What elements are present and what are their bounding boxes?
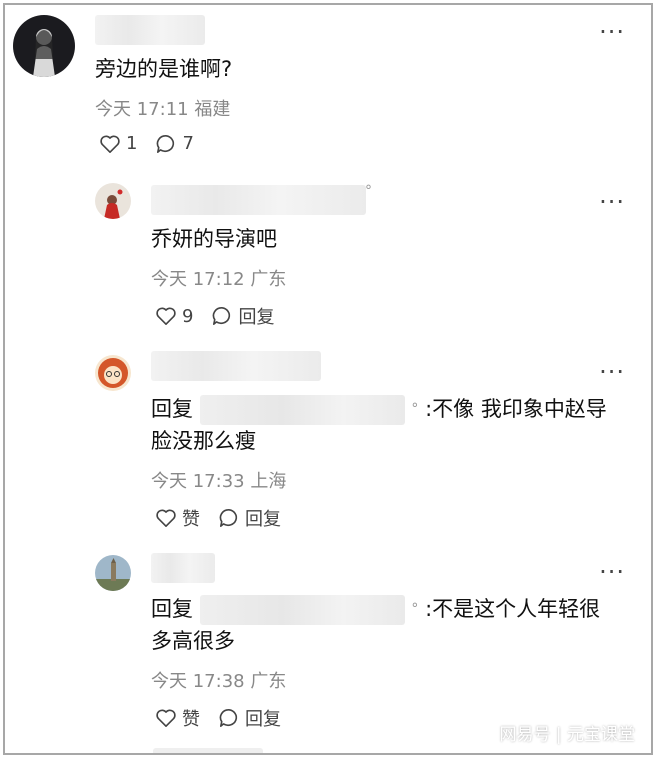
comment-text: 乔妍的导演吧 [151,227,277,251]
comment-bubble-icon [213,306,231,325]
heart-icon [100,135,120,153]
username-redacted [95,15,205,45]
more-icon[interactable]: ··· [599,360,625,384]
comment-actions: 1 7 [99,133,212,154]
reply-prefix: 回复 [151,397,193,421]
comment-meta: 今天 17:33 上海 [151,467,286,493]
avatar[interactable] [95,555,131,591]
like-button[interactable]: 1 [99,133,137,154]
more-icon[interactable]: ··· [599,560,625,584]
reply-count: 7 [182,133,194,154]
username-redacted [151,351,321,381]
more-icon[interactable]: ··· [599,190,625,214]
comment-time: 今天 17:11 [95,99,189,120]
comment-time: 今天 17:38 [151,671,245,692]
comment-meta: 今天 17:11 福建 [95,95,230,121]
mentioned-username-redacted [199,595,405,625]
comment-bubble-icon [219,708,238,727]
like-label: 赞 [182,709,200,730]
avatar[interactable] [95,183,131,219]
like-count: 9 [182,305,194,327]
reply-prefix: 回复 [151,597,193,621]
comment-text-line1: :不像 我印象中赵导 [425,397,607,421]
comment-actions: 赞 回复 [155,705,299,731]
reply-button[interactable]: 7 [155,133,194,154]
heart-icon [156,307,176,325]
username-suffix: ° [411,601,419,617]
reply-button[interactable]: 回复 [211,303,274,329]
like-button[interactable]: 9 [155,306,193,327]
comment-time: 今天 17:33 [151,471,245,492]
reply-button[interactable]: 回复 [218,705,281,731]
comment-location: 广东 [250,269,287,290]
username-redacted [151,185,366,215]
reply-label: 回复 [245,709,281,730]
avatar[interactable] [97,753,133,755]
heart-icon [156,509,176,527]
comment-location: 广东 [250,671,287,692]
reply-label: 回复 [245,509,281,530]
username-redacted [153,748,263,753]
avatar[interactable] [95,355,131,391]
comment-bubble-icon [157,134,175,153]
comment-text: 旁边的是谁啊? [95,57,233,81]
like-button[interactable]: 赞 [155,705,200,731]
comment-text-line1: :不是这个人年轻很 [425,597,601,621]
heart-icon [156,709,176,727]
mentioned-username-redacted [199,395,405,425]
comment-meta: 今天 17:12 广东 [151,265,286,291]
comment-thread: ··· 旁边的是谁啊? 今天 17:11 福建 1 7 ° ··· 乔妍的导演吧… [3,3,653,755]
more-icon[interactable]: ··· [599,20,625,44]
comment-actions: 赞 回复 [155,505,299,531]
comment-location: 上海 [250,471,287,492]
comment-text: 回复 ° :不像 我印象中赵导 脸没那么瘦 [151,393,607,457]
username-suffix: ° [411,401,419,417]
reply-label: 回复 [238,307,275,328]
username-redacted [151,553,215,583]
comment-text: 回复 ° :不是这个人年轻很 多高很多 [151,593,600,657]
watermark: 网易号 | 元宝课堂 [499,725,635,745]
comment-actions: 9 回复 [155,303,292,329]
comment-text-line2: 脸没那么瘦 [151,429,256,453]
comment-meta: 今天 17:38 广东 [151,667,286,693]
username-suffix: ° [365,183,372,199]
comment-location: 福建 [194,99,231,120]
like-count: 1 [126,133,138,154]
like-button[interactable]: 赞 [155,505,200,531]
comment-time: 今天 17:12 [151,269,245,290]
comment-bubble-icon [219,508,238,527]
reply-button[interactable]: 回复 [218,505,281,531]
like-label: 赞 [182,509,200,530]
comment-text-line2: 多高很多 [151,629,235,653]
avatar[interactable] [13,15,75,77]
